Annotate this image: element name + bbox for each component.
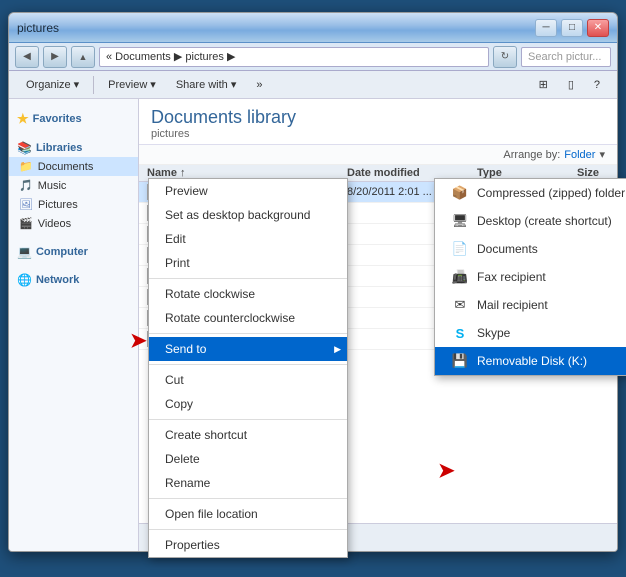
address-path[interactable]: « Documents ▶ pictures ▶: [99, 47, 489, 67]
menu-item-create-shortcut[interactable]: Create shortcut: [149, 423, 347, 447]
close-button[interactable]: ✕: [587, 19, 609, 37]
menu-item-rotate-ccw[interactable]: Rotate counterclockwise: [149, 306, 347, 330]
context-menu-wrapper: Preview Set as desktop background Edit P…: [148, 178, 348, 558]
menu-separator: [149, 278, 347, 279]
back-button[interactable]: ◀: [15, 46, 39, 68]
submenu-item-documents[interactable]: 📄 Documents: [435, 235, 626, 263]
preview-pane-button[interactable]: ▯: [559, 74, 583, 96]
music-icon: 🎵: [19, 179, 33, 192]
menu-item-rename[interactable]: Rename: [149, 471, 347, 495]
libraries-header[interactable]: 📚 Libraries: [9, 137, 138, 157]
forward-button[interactable]: ▶: [43, 46, 67, 68]
toolbar: Organize ▾ Preview ▾ Share with ▾ » ⊞ ▯ …: [9, 71, 617, 99]
help-button[interactable]: ?: [585, 74, 609, 96]
submenu-item-compressed[interactable]: 📦 Compressed (zipped) folder: [435, 179, 626, 207]
library-title: Documents library: [151, 107, 605, 128]
submenu: 📦 Compressed (zipped) folder 🖥 Desktop (…: [434, 178, 626, 376]
more-button[interactable]: »: [247, 74, 271, 96]
menu-item-send-to[interactable]: Send to: [149, 337, 347, 361]
menu-item-rotate-cw[interactable]: Rotate clockwise: [149, 282, 347, 306]
computer-section: 💻 Computer: [9, 241, 138, 261]
maximize-button[interactable]: □: [561, 19, 583, 37]
submenu-item-mail[interactable]: ✉ Mail recipient: [435, 291, 626, 319]
network-icon: 🌐: [17, 273, 32, 287]
compressed-icon: 📦: [451, 184, 469, 202]
sidebar: ★ Favorites 📚 Libraries 📁 Documents 🎵 Mu…: [9, 99, 139, 551]
submenu-wrapper: 📦 Compressed (zipped) folder 🖥 Desktop (…: [434, 178, 626, 376]
network-section: 🌐 Network: [9, 269, 138, 289]
preview-button[interactable]: Preview ▾: [99, 74, 165, 96]
libraries-section: 📚 Libraries 📁 Documents 🎵 Music 🖼 Pictur…: [9, 137, 138, 233]
address-bar: ◀ ▶ ▲ « Documents ▶ pictures ▶ ↻ Search …: [9, 43, 617, 71]
menu-item-print[interactable]: Print: [149, 251, 347, 275]
arrange-folder-link[interactable]: Folder: [564, 149, 595, 161]
title-bar: pictures ─ □ ✕: [9, 13, 617, 43]
menu-item-cut[interactable]: Cut: [149, 368, 347, 392]
library-subtitle: pictures: [151, 128, 605, 140]
toolbar-separator: [93, 76, 94, 94]
content-header: Documents library pictures: [139, 99, 617, 145]
favorites-header[interactable]: ★ Favorites: [9, 107, 138, 129]
submenu-item-fax[interactable]: 📠 Fax recipient: [435, 263, 626, 291]
disk-icon: 💾: [451, 352, 469, 370]
submenu-item-desktop[interactable]: 🖥 Desktop (create shortcut): [435, 207, 626, 235]
menu-item-open-location[interactable]: Open file location: [149, 502, 347, 526]
search-box[interactable]: Search pictur...: [521, 47, 611, 67]
videos-icon: 🎬: [19, 217, 33, 230]
organize-button[interactable]: Organize ▾: [17, 74, 88, 96]
minimize-button[interactable]: ─: [535, 19, 557, 37]
menu-item-copy[interactable]: Copy: [149, 392, 347, 416]
skype-icon: S: [451, 324, 469, 342]
up-button[interactable]: ▲: [71, 46, 95, 68]
menu-item-delete[interactable]: Delete: [149, 447, 347, 471]
computer-icon: 💻: [17, 245, 32, 259]
share-with-button[interactable]: Share with ▾: [167, 74, 246, 96]
menu-separator: [149, 333, 347, 334]
arrange-bar: Arrange by: Folder ▾: [139, 145, 617, 165]
menu-item-preview[interactable]: Preview: [149, 179, 347, 203]
menu-separator: [149, 364, 347, 365]
menu-separator: [149, 419, 347, 420]
menu-item-desktop-bg[interactable]: Set as desktop background: [149, 203, 347, 227]
documents-icon: 📁: [19, 160, 33, 173]
sidebar-item-videos[interactable]: 🎬 Videos: [9, 214, 138, 233]
favorites-section: ★ Favorites: [9, 107, 138, 129]
arrow-removable-disk: ➤: [438, 458, 455, 483]
arrow-send-to: ➤: [130, 328, 147, 353]
menu-separator: [149, 498, 347, 499]
mail-icon: ✉: [451, 296, 469, 314]
menu-item-properties[interactable]: Properties: [149, 533, 347, 557]
pictures-icon: 🖼: [19, 198, 33, 211]
star-icon: ★: [17, 111, 29, 127]
sidebar-item-documents[interactable]: 📁 Documents: [9, 157, 138, 176]
network-header[interactable]: 🌐 Network: [9, 269, 138, 289]
fax-icon: 📠: [451, 268, 469, 286]
title-bar-controls: ─ □ ✕: [535, 19, 609, 37]
submenu-item-removable-disk[interactable]: 💾 Removable Disk (K:): [435, 347, 626, 375]
refresh-button[interactable]: ↻: [493, 46, 517, 68]
sidebar-item-pictures[interactable]: 🖼 Pictures: [9, 195, 138, 214]
views-button[interactable]: ⊞: [530, 74, 557, 96]
desktop-icon: 🖥: [451, 212, 469, 230]
submenu-item-skype[interactable]: S Skype: [435, 319, 626, 347]
title-bar-text: pictures: [17, 21, 535, 35]
sidebar-item-music[interactable]: 🎵 Music: [9, 176, 138, 195]
libraries-folder-icon: 📚: [17, 141, 32, 155]
documents-icon: 📄: [451, 240, 469, 258]
menu-item-edit[interactable]: Edit: [149, 227, 347, 251]
computer-header[interactable]: 💻 Computer: [9, 241, 138, 261]
menu-separator: [149, 529, 347, 530]
context-menu: Preview Set as desktop background Edit P…: [148, 178, 348, 558]
